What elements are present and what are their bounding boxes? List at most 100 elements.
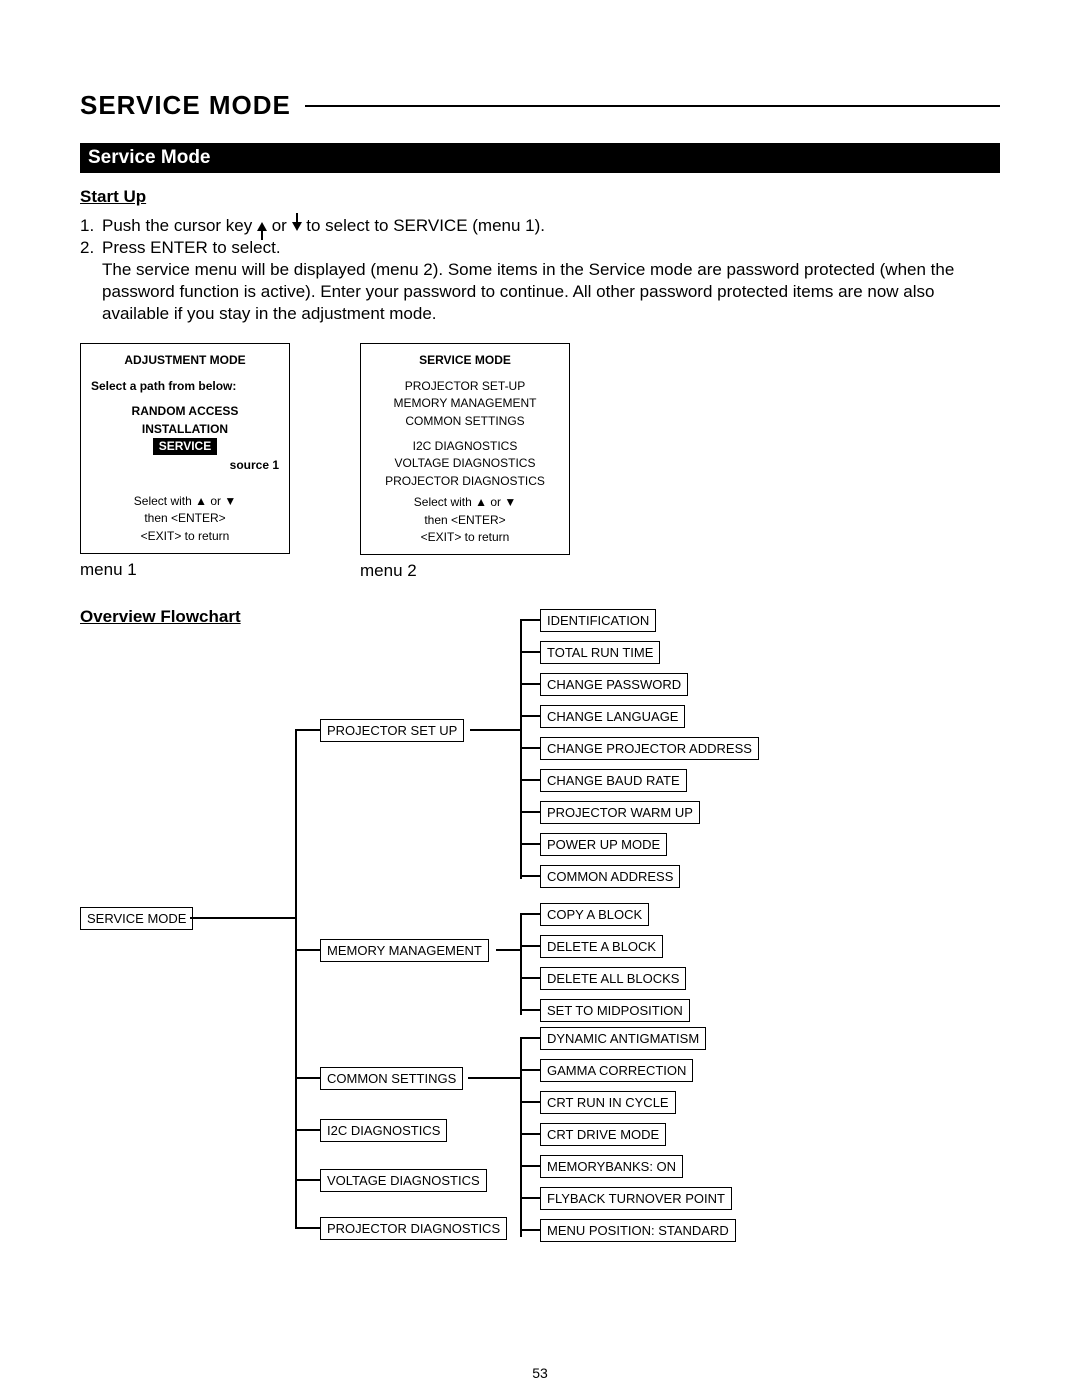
line — [520, 715, 540, 717]
line — [496, 949, 520, 951]
line — [520, 1229, 540, 1231]
flow-change-lang: CHANGE LANGUAGE — [540, 705, 685, 728]
arrow-up-icon — [257, 222, 267, 231]
menu2-l6: PROJECTOR DIAGNOSTICS — [371, 473, 559, 490]
flowchart: Overview Flowchart SERVICE MODE PROJECTO… — [80, 607, 1000, 1247]
line — [520, 1009, 540, 1011]
menu1-hint2: then <ENTER> — [91, 510, 279, 527]
menu1-hint1: Select with ▲ or ▼ — [91, 493, 279, 510]
step1-num: 1. — [80, 215, 102, 237]
menu2-hint3: <EXIT> to return — [371, 529, 559, 546]
flow-copy-block: COPY A BLOCK — [540, 903, 649, 926]
line — [520, 811, 540, 813]
flow-flyback: FLYBACK TURNOVER POINT — [540, 1187, 732, 1210]
line — [520, 913, 522, 1015]
flow-change-addr: CHANGE PROJECTOR ADDRESS — [540, 737, 759, 760]
menu2-l1: PROJECTOR SET-UP — [371, 378, 559, 395]
menu1-random: RANDOM ACCESS — [91, 403, 279, 420]
line — [520, 1037, 522, 1237]
flow-common: COMMON SETTINGS — [320, 1067, 463, 1090]
menu2-hint1: Select with ▲ or ▼ — [371, 494, 559, 511]
line — [295, 1179, 320, 1181]
page-title-text: SERVICE MODE — [80, 90, 291, 121]
line — [520, 843, 540, 845]
step1-text-b: to select to SERVICE (menu 1). — [306, 216, 545, 235]
flow-proj-setup: PROJECTOR SET UP — [320, 719, 464, 742]
menu2-title: SERVICE MODE — [371, 352, 559, 369]
flow-menu-pos: MENU POSITION: STANDARD — [540, 1219, 736, 1242]
step2-body: The service menu will be displayed (menu… — [102, 260, 954, 323]
line — [468, 1077, 520, 1079]
menu1-install: INSTALLATION — [91, 421, 279, 438]
step1-or: or — [272, 216, 292, 235]
line — [295, 1129, 320, 1131]
section-bar: Service Mode — [80, 143, 1000, 173]
flow-del-all: DELETE ALL BLOCKS — [540, 967, 686, 990]
line — [520, 875, 540, 877]
line — [520, 1069, 540, 1071]
line — [190, 917, 295, 919]
flow-identification: IDENTIFICATION — [540, 609, 656, 632]
flowchart-heading: Overview Flowchart — [80, 607, 241, 627]
flow-warmup: PROJECTOR WARM UP — [540, 801, 700, 824]
flow-crt-drive: CRT DRIVE MODE — [540, 1123, 666, 1146]
line — [520, 1037, 540, 1039]
flow-change-baud: CHANGE BAUD RATE — [540, 769, 687, 792]
menu1-caption: menu 1 — [80, 560, 290, 580]
menu2-caption: menu 2 — [360, 561, 570, 581]
line — [520, 1133, 540, 1135]
step2-text: Press ENTER to select. — [102, 238, 281, 257]
line — [520, 619, 522, 879]
menu1-service-highlighted: SERVICE — [153, 438, 217, 455]
menu1-title: ADJUSTMENT MODE — [91, 352, 279, 369]
flow-root: SERVICE MODE — [80, 907, 193, 930]
menu1-box: ADJUSTMENT MODE Select a path from below… — [80, 343, 290, 554]
page-title: SERVICE MODE — [80, 90, 1000, 121]
menu1-hint3: <EXIT> to return — [91, 528, 279, 545]
line — [295, 1077, 320, 1079]
line — [295, 949, 320, 951]
flow-dyn-astig: DYNAMIC ANTIGMATISM — [540, 1027, 706, 1050]
instructions: 1. Push the cursor key or to select to S… — [80, 215, 1000, 325]
line — [520, 1165, 540, 1167]
flow-crt-run: CRT RUN IN CYCLE — [540, 1091, 676, 1114]
line — [520, 1197, 540, 1199]
line — [295, 729, 320, 731]
flow-membanks: MEMORYBANKS: ON — [540, 1155, 683, 1178]
flow-proj-diag: PROJECTOR DIAGNOSTICS — [320, 1217, 507, 1240]
page-number: 53 — [532, 1365, 548, 1381]
line — [520, 779, 540, 781]
flow-total-run: TOTAL RUN TIME — [540, 641, 660, 664]
menu2-box: SERVICE MODE PROJECTOR SET-UP MEMORY MAN… — [360, 343, 570, 555]
flow-change-pw: CHANGE PASSWORD — [540, 673, 688, 696]
line — [520, 651, 540, 653]
flow-del-block: DELETE A BLOCK — [540, 935, 663, 958]
line — [520, 747, 540, 749]
menu-screenshots: ADJUSTMENT MODE Select a path from below… — [80, 343, 1000, 581]
line — [520, 683, 540, 685]
flow-common-addr: COMMON ADDRESS — [540, 865, 680, 888]
line — [295, 729, 297, 1229]
flow-gamma: GAMMA CORRECTION — [540, 1059, 693, 1082]
line — [520, 1101, 540, 1103]
step1-text-a: Push the cursor key — [102, 216, 257, 235]
startup-heading: Start Up — [80, 187, 1000, 207]
menu2-l3: COMMON SETTINGS — [371, 413, 559, 430]
menu2-hint2: then <ENTER> — [371, 512, 559, 529]
line — [295, 1227, 320, 1229]
line — [520, 913, 540, 915]
menu1-source: source 1 — [91, 457, 279, 474]
title-rule — [305, 105, 1000, 107]
flow-i2c: I2C DIAGNOSTICS — [320, 1119, 447, 1142]
flow-mem-mgmt: MEMORY MANAGEMENT — [320, 939, 489, 962]
line — [520, 619, 540, 621]
line — [520, 977, 540, 979]
menu2-l5: VOLTAGE DIAGNOSTICS — [371, 455, 559, 472]
flow-midpos: SET TO MIDPOSITION — [540, 999, 690, 1022]
arrow-down-icon — [292, 222, 302, 231]
menu2-l2: MEMORY MANAGEMENT — [371, 395, 559, 412]
flow-voltage: VOLTAGE DIAGNOSTICS — [320, 1169, 487, 1192]
menu2-l4: I2C DIAGNOSTICS — [371, 438, 559, 455]
step2-num: 2. — [80, 237, 102, 325]
line — [470, 729, 520, 731]
